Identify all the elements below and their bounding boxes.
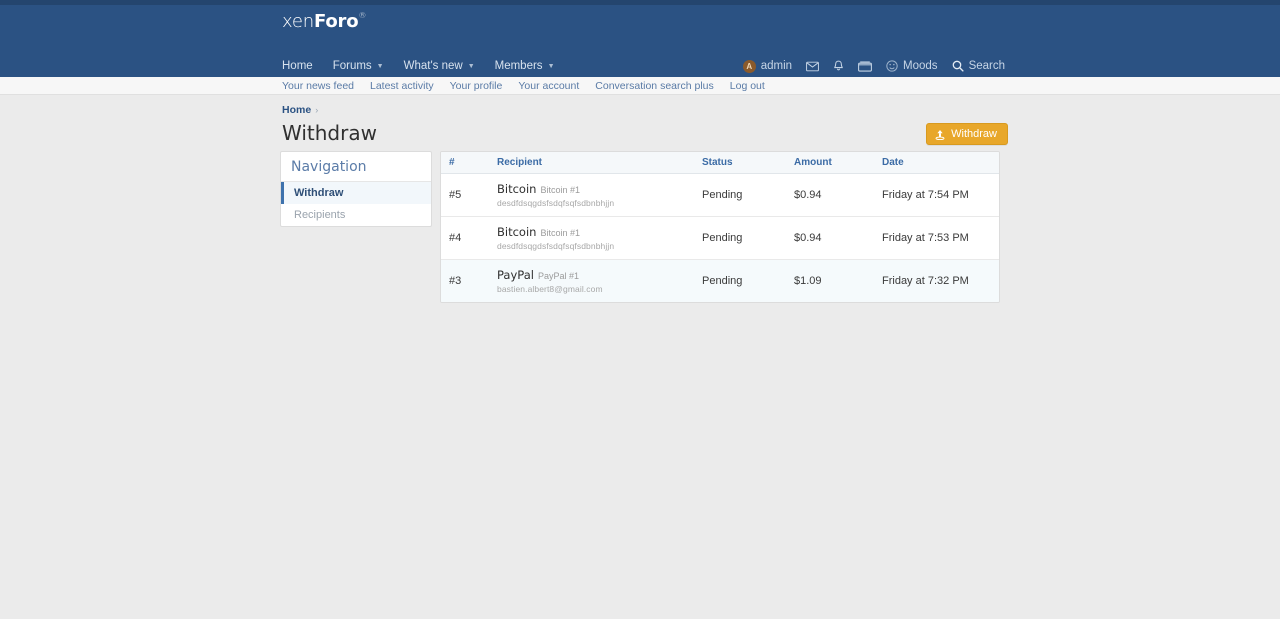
column-header-amount[interactable]: Amount xyxy=(786,152,874,174)
subnav-item-your-profile[interactable]: Your profile xyxy=(442,80,511,92)
user-menu-button[interactable]: A admin xyxy=(736,55,799,77)
table-header-row: # Recipient Status Amount Date xyxy=(441,152,999,174)
inbox-button[interactable] xyxy=(799,55,826,77)
table-body: #5 Bitcoin Bitcoin #1 desdfdsqgdsfsdqfsqf… xyxy=(441,174,999,302)
sidebar-item-recipients[interactable]: Recipients xyxy=(281,204,431,226)
cell-recipient: Bitcoin Bitcoin #1 desdfdsqgdsfsdqfsqfsdb… xyxy=(489,216,694,260)
recipient-type: Bitcoin xyxy=(497,182,537,196)
chevron-down-icon: ▼ xyxy=(376,62,384,70)
recipient-label: PayPal #1 xyxy=(537,271,579,281)
site-logo[interactable]: xenForo® xyxy=(282,11,366,32)
user-navigation: A admin Moods Search xyxy=(736,55,1012,77)
cell-date: Friday at 7:32 PM xyxy=(874,259,999,302)
table-row[interactable]: #4 Bitcoin Bitcoin #1 desdfdsqgdsfsdqfsqf… xyxy=(441,216,999,260)
nav-item-label: Forums xyxy=(332,60,372,72)
withdrawals-table: # Recipient Status Amount Date #5 Bitcoi… xyxy=(441,152,999,302)
column-header-number[interactable]: # xyxy=(441,152,489,174)
sidebar-header: Navigation xyxy=(281,152,431,182)
cell-amount: $0.94 xyxy=(794,189,822,201)
user-name: admin xyxy=(760,60,793,72)
column-header-status[interactable]: Status xyxy=(694,152,786,174)
nav-item-label: Members xyxy=(494,60,543,72)
breadcrumb-separator-icon: › xyxy=(315,105,319,115)
recipient-detail: desdfdsqgdsfsdqfsqfsdbnbhjjn xyxy=(497,198,615,208)
chevron-down-icon: ▼ xyxy=(547,62,555,70)
cell-amount: $1.09 xyxy=(786,259,874,302)
page-title-row: Withdraw Withdraw xyxy=(280,121,1008,145)
cell-status: Pending xyxy=(694,216,786,260)
cell-number: #3 xyxy=(441,259,489,302)
column-header-date[interactable]: Date xyxy=(874,152,999,174)
envelope-icon xyxy=(806,61,819,72)
cell-status: Pending xyxy=(702,189,743,201)
page-content: Home › Withdraw Withdraw Navigation With… xyxy=(280,95,1008,303)
nav-item-members[interactable]: Members ▼ xyxy=(485,55,565,77)
search-button[interactable]: Search xyxy=(945,55,1012,77)
recipient-label: Bitcoin #1 xyxy=(540,185,580,195)
moods-button[interactable]: Moods xyxy=(879,55,945,77)
nav-item-home[interactable]: Home xyxy=(280,55,323,77)
withdraw-button-label: Withdraw xyxy=(951,128,997,140)
cell-number: #4 xyxy=(441,216,489,260)
recipient-label: Bitcoin #1 xyxy=(540,228,580,238)
nav-item-label: What's new xyxy=(403,60,463,72)
recipient-type: PayPal xyxy=(497,268,534,282)
content-columns: Navigation Withdraw Recipients # Recipie… xyxy=(280,151,1000,303)
search-label: Search xyxy=(968,60,1005,72)
search-icon xyxy=(952,60,964,72)
table-row[interactable]: #5 Bitcoin Bitcoin #1 desdfdsqgdsfsdqfsqf… xyxy=(441,174,999,217)
nav-item-label: Home xyxy=(282,60,313,72)
cell-date: Friday at 7:53 PM xyxy=(874,216,999,260)
column-header-recipient[interactable]: Recipient xyxy=(489,152,694,174)
chevron-down-icon: ▼ xyxy=(467,62,475,70)
subnav-item-your-account[interactable]: Your account xyxy=(510,80,587,92)
smiley-icon xyxy=(886,60,898,72)
coin-icon xyxy=(935,129,945,140)
page-title: Withdraw xyxy=(282,121,377,145)
nav-item-forums[interactable]: Forums ▼ xyxy=(323,55,394,77)
subnav-item-latest-activity[interactable]: Latest activity xyxy=(362,80,442,92)
site-header: xenForo® xyxy=(0,5,1280,55)
page-root: xenForo® Home Forums ▼ What's new ▼ Memb… xyxy=(0,0,1280,619)
subnav-item-conversation-search-plus[interactable]: Conversation search plus xyxy=(587,80,721,92)
logo-text-1: xen xyxy=(282,11,314,32)
mail-stack-icon xyxy=(858,60,872,72)
table-row[interactable]: #3 PayPal PayPal #1 bastien.albert8@gmail… xyxy=(441,259,999,302)
recipient-detail: desdfdsqgdsfsdqfsqfsdbnbhjjn xyxy=(497,241,615,251)
main-navigation: Home Forums ▼ What's new ▼ Members ▼ A a… xyxy=(0,55,1280,77)
secondary-navigation: Your news feed Latest activity Your prof… xyxy=(0,77,1280,95)
recipient-detail: bastien.albert8@gmail.com xyxy=(497,284,603,294)
subnav-item-news-feed[interactable]: Your news feed xyxy=(280,80,362,92)
sidebar-item-withdraw[interactable]: Withdraw xyxy=(281,182,431,204)
bell-icon xyxy=(833,60,844,72)
avatar: A xyxy=(742,59,756,73)
cell-number: #5 xyxy=(449,189,462,201)
moods-label: Moods xyxy=(903,60,938,72)
nav-item-whats-new[interactable]: What's new ▼ xyxy=(394,55,485,77)
conversations-button[interactable] xyxy=(851,55,879,77)
withdraw-button[interactable]: Withdraw xyxy=(926,123,1008,145)
sidebar-navigation: Navigation Withdraw Recipients xyxy=(280,151,432,227)
table-header: # Recipient Status Amount Date xyxy=(441,152,999,174)
cell-recipient: PayPal PayPal #1 bastien.albert8@gmail.co… xyxy=(489,259,694,302)
sidebar-item-label: Recipients xyxy=(294,209,346,221)
sidebar-item-label: Withdraw xyxy=(294,187,344,199)
subnav-item-log-out[interactable]: Log out xyxy=(722,80,773,92)
logo-trademark: ® xyxy=(358,11,367,20)
cell-amount: $0.94 xyxy=(786,216,874,260)
breadcrumb-item-home[interactable]: Home xyxy=(282,104,311,116)
logo-text-2: Foro xyxy=(313,11,359,32)
cell-recipient: Bitcoin Bitcoin #1 desdfdsqgdsfsdqfsqfsdb… xyxy=(489,174,694,217)
withdrawals-table-container: # Recipient Status Amount Date #5 Bitcoi… xyxy=(440,151,1000,303)
recipient-type: Bitcoin xyxy=(497,225,537,239)
cell-status: Pending xyxy=(694,259,786,302)
cell-date: Friday at 7:54 PM xyxy=(882,189,969,201)
alerts-button[interactable] xyxy=(826,55,851,77)
breadcrumb: Home › xyxy=(280,104,1000,116)
